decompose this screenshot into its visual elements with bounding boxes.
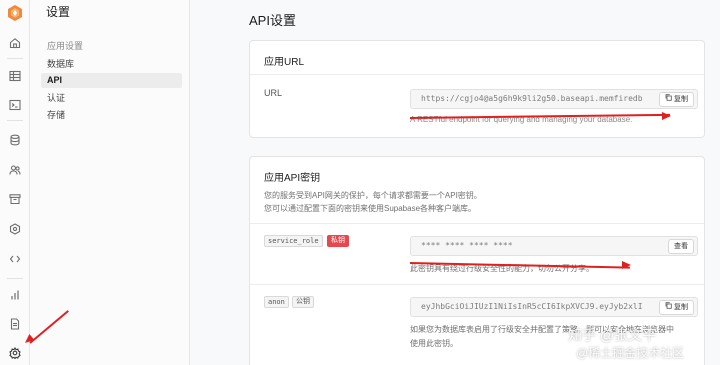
main-content: API设置 应用URL URL https://cgjo4@a5g6h9k9li… — [191, 0, 720, 365]
page-title: API设置 — [249, 13, 296, 28]
menu-group-label: 应用设置 — [47, 41, 84, 51]
copy-icon — [665, 301, 672, 314]
service-role-tag: service_role — [264, 235, 323, 247]
card-divider — [250, 223, 704, 224]
keys-intro-line1: 您的服务受到API网关的保护，每个请求都需要一个API密钥。 — [264, 191, 482, 200]
copy-url-label: 复制 — [674, 96, 688, 103]
shield-icon[interactable] — [7, 221, 23, 237]
copy-icon — [665, 93, 672, 106]
rail-divider — [7, 58, 23, 59]
database-icon[interactable] — [7, 132, 23, 148]
rail-divider — [7, 120, 23, 121]
home-icon[interactable] — [7, 35, 23, 51]
keys-intro-line2: 您可以通过配置下面的密钥来使用Supabase各种客户端库。 — [264, 204, 477, 213]
service-role-key-input[interactable]: **** **** **** **** — [410, 236, 698, 256]
anon-key-input[interactable]: eyJhbGciOiJIUzI1NiIsInR5cCI6IkpXVCJ9.eyJ… — [410, 297, 698, 317]
settings-icon[interactable] — [7, 345, 23, 361]
code-icon[interactable] — [7, 251, 23, 267]
menu-item-api[interactable]: API — [41, 73, 182, 88]
watermark-juejin: @稀土掘金技术社区 — [576, 346, 685, 360]
menu-item-storage[interactable]: 存储 — [41, 108, 182, 123]
menu-item-auth[interactable]: 认证 — [41, 91, 182, 106]
url-field-label: URL — [264, 88, 283, 98]
copy-anon-label: 复制 — [674, 304, 688, 311]
card-title: 应用URL — [250, 41, 704, 75]
table-icon[interactable] — [7, 68, 23, 84]
archive-icon[interactable] — [7, 191, 23, 207]
secret-badge: 私钥 — [327, 235, 349, 247]
app-url-card: 应用URL URL https://cgjo4@a5g6h9k9li2g50.b… — [249, 40, 705, 138]
card-divider — [250, 284, 704, 285]
copy-url-button[interactable]: 复制 — [659, 92, 694, 107]
watermark-zhihu: 知乎 @张文平 — [568, 327, 657, 343]
rail-divider — [7, 278, 23, 279]
arrowhead — [662, 112, 671, 120]
arrowhead — [622, 261, 631, 269]
public-badge: 公钥 — [292, 296, 314, 308]
menu-title: 设置 — [46, 5, 71, 19]
chart-icon[interactable] — [7, 287, 23, 303]
reveal-key-button[interactable]: 查看 — [668, 239, 694, 254]
anon-tag: anon — [264, 296, 289, 308]
url-input[interactable]: https://cgjo4@a5g6h9k9li2g50.baseapi.mem… — [410, 89, 698, 109]
terminal-icon[interactable] — [7, 97, 23, 113]
card-title: 应用API密钥 — [264, 173, 321, 184]
copy-anon-key-button[interactable]: 复制 — [659, 300, 694, 315]
menu-item-database[interactable]: 数据库 — [41, 57, 182, 72]
users-icon[interactable] — [7, 162, 23, 178]
document-icon[interactable] — [7, 316, 23, 332]
settings-menu: 设置 应用设置 数据库 API 认证 存储 — [30, 0, 190, 365]
logo-icon[interactable] — [6, 4, 24, 22]
anon-hint-line2: 使用此密钥。 — [410, 339, 458, 348]
icon-rail — [0, 0, 30, 365]
